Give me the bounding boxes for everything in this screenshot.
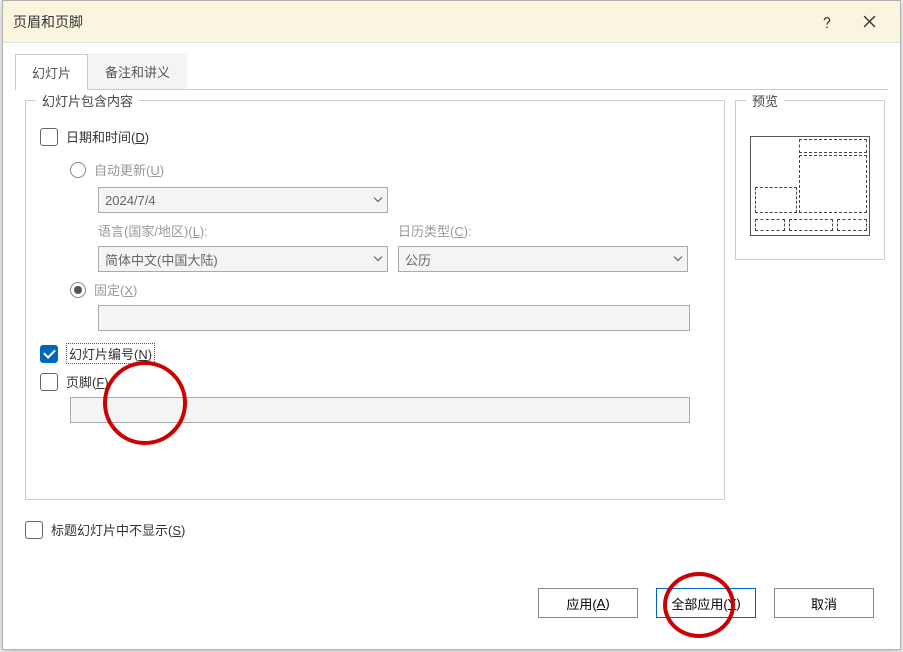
row-hide-title: 标题幻灯片中不显示(S) <box>25 520 185 539</box>
tab-content: 幻灯片包含内容 日期和时间(D) 自动更新(U) <box>15 90 888 630</box>
tab-notes[interactable]: 备注和讲义 <box>88 53 187 89</box>
label-fixed: 固定(X) <box>94 280 137 299</box>
group-preview-legend: 预览 <box>746 91 784 110</box>
combo-calendar-value: 公历 <box>405 250 431 269</box>
combo-date-value: 2024/7/4 <box>105 193 156 208</box>
label-slide-number: 幻灯片编号(N) <box>66 343 155 364</box>
tab-slide[interactable]: 幻灯片 <box>15 54 88 90</box>
dialog-title: 页眉和页脚 <box>13 12 806 32</box>
row-auto-update: 自动更新(U) <box>40 160 710 179</box>
chevron-down-icon <box>673 252 683 267</box>
checkbox-hide-title[interactable] <box>25 521 43 539</box>
checkbox-footer[interactable] <box>40 373 58 391</box>
row-footer-input <box>40 397 710 423</box>
row-lang-cal-combos: 简体中文(中国大陆) 公历 <box>40 246 710 272</box>
label-datetime: 日期和时间(D) <box>66 127 149 146</box>
checkbox-datetime[interactable] <box>40 128 58 146</box>
radio-fixed[interactable] <box>70 282 86 298</box>
row-fixed-input <box>40 305 710 331</box>
row-datetime: 日期和时间(D) <box>40 127 710 146</box>
group-preview: 预览 <box>735 100 885 260</box>
label-footer: 页脚(F) <box>66 372 109 391</box>
cancel-button[interactable]: 取消 <box>774 588 874 618</box>
close-button[interactable] <box>848 1 890 43</box>
group-slide-contents-legend: 幻灯片包含内容 <box>36 91 139 110</box>
label-hide-title: 标题幻灯片中不显示(S) <box>51 520 185 539</box>
row-footer: 页脚(F) <box>40 372 710 391</box>
label-language: 语言(国家/地区)(L): <box>98 224 208 239</box>
header-footer-dialog: 页眉和页脚 幻灯片 备注和讲义 幻灯片包含内容 日期和时间(D) <box>2 0 901 650</box>
chevron-down-icon <box>373 193 383 208</box>
group-slide-contents: 幻灯片包含内容 日期和时间(D) 自动更新(U) <box>25 100 725 500</box>
button-row: 应用(A) 全部应用(Y) 取消 <box>538 588 874 618</box>
input-footer[interactable] <box>70 397 690 423</box>
label-calendar: 日历类型(C): <box>398 224 472 239</box>
label-auto-update: 自动更新(U) <box>94 160 164 179</box>
chevron-down-icon <box>373 252 383 267</box>
titlebar: 页眉和页脚 <box>3 1 900 43</box>
combo-date[interactable]: 2024/7/4 <box>98 187 388 213</box>
combo-calendar[interactable]: 公历 <box>398 246 688 272</box>
apply-button[interactable]: 应用(A) <box>538 588 638 618</box>
help-button[interactable] <box>806 1 848 43</box>
checkbox-slide-number[interactable] <box>40 345 58 363</box>
row-fixed: 固定(X) <box>40 280 710 299</box>
combo-language-value: 简体中文(中国大陆) <box>105 250 218 269</box>
input-fixed-date[interactable] <box>98 305 690 331</box>
row-date-combo: 2024/7/4 <box>40 187 710 213</box>
preview-thumbnail <box>750 136 870 236</box>
radio-auto-update[interactable] <box>70 162 86 178</box>
dialog-body: 幻灯片 备注和讲义 幻灯片包含内容 日期和时间(D) 自动更新(U) <box>3 43 900 640</box>
row-lang-cal-labels: 语言(国家/地区)(L): 日历类型(C): <box>40 221 710 240</box>
combo-language[interactable]: 简体中文(中国大陆) <box>98 246 388 272</box>
tab-bar: 幻灯片 备注和讲义 <box>15 53 888 90</box>
apply-all-button[interactable]: 全部应用(Y) <box>656 588 756 618</box>
row-slide-number: 幻灯片编号(N) <box>40 343 710 364</box>
